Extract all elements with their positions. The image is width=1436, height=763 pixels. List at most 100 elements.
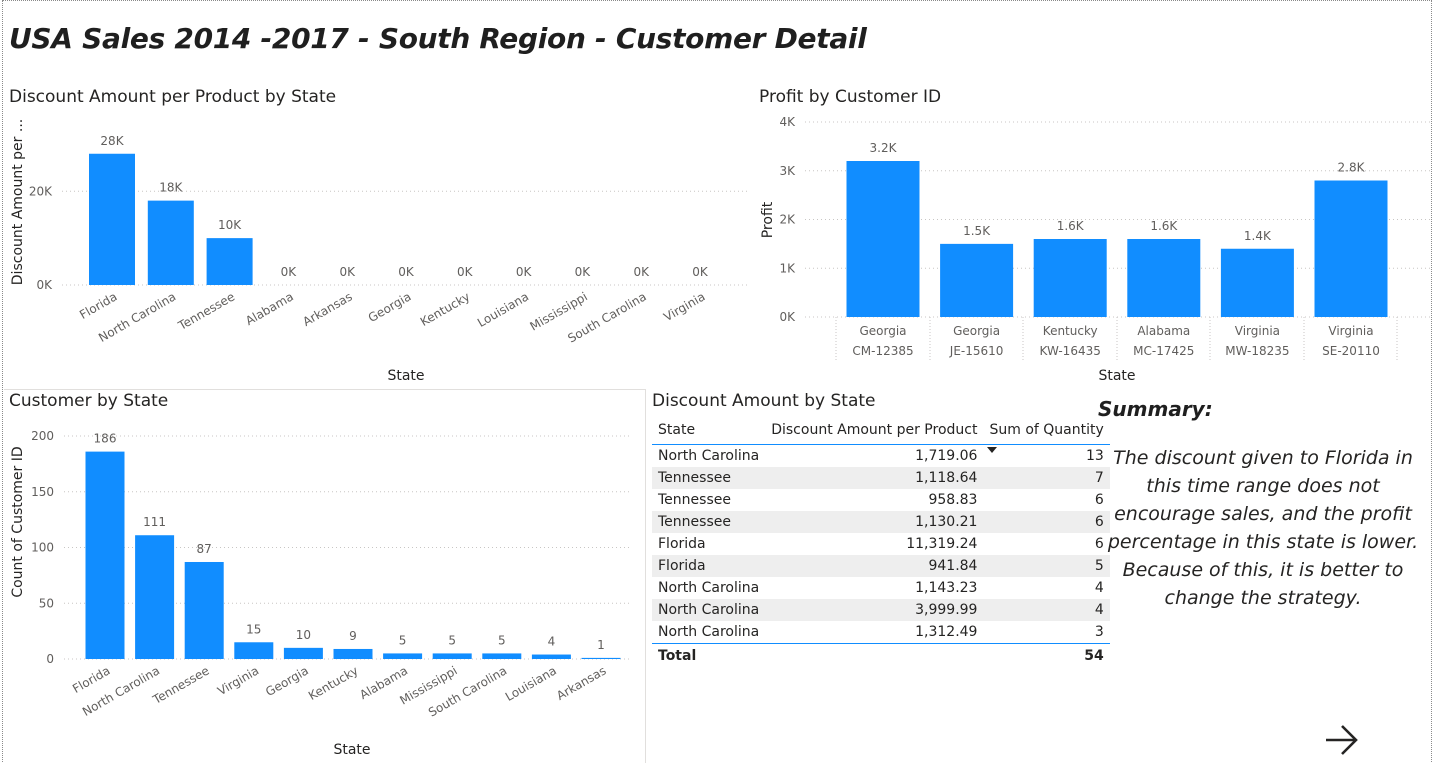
cell-discount: 1,719.06 xyxy=(915,448,978,464)
x-tick-label: Virginia xyxy=(1235,324,1280,338)
cell-discount: 1,312.49 xyxy=(915,624,978,640)
x-tick-label: Tennessee xyxy=(175,289,237,333)
column-header-discount[interactable]: Discount Amount per Product xyxy=(765,416,984,445)
data-label: 186 xyxy=(94,432,117,446)
cell-quantity: 13 xyxy=(1085,448,1104,464)
x-tick-label: Florida xyxy=(77,289,119,322)
cell-state: Tennessee xyxy=(658,492,731,508)
discount-bar-chart[interactable]: 0K 20KDiscount Amount per ... State 28K Flor… xyxy=(0,110,760,390)
data-label: 5 xyxy=(448,633,456,647)
bar xyxy=(432,653,472,659)
cell-discount: 941.84 xyxy=(765,555,984,577)
bar xyxy=(531,654,571,659)
x-tick-label: Georgia xyxy=(859,324,906,338)
table-row[interactable]: North Carolina 1,143.23 4 xyxy=(652,577,1110,599)
cell-quantity: 6 xyxy=(1094,492,1104,508)
table-row[interactable]: Tennessee 1,130.21 6 xyxy=(652,511,1110,533)
x-tick-label: Georgia xyxy=(953,324,1000,338)
data-label: 0K xyxy=(457,265,474,279)
bar xyxy=(846,161,920,317)
bar xyxy=(1314,180,1388,317)
data-label: 0K xyxy=(339,265,356,279)
cell-discount: 1,118.64 xyxy=(765,467,984,489)
y-tick-label: 0K xyxy=(779,310,796,324)
x-tick-label: Virginia xyxy=(215,663,261,698)
cell-discount: 3,999.99 xyxy=(765,599,984,621)
table-row[interactable]: North Carolina 3,999.99 4 xyxy=(652,599,1110,621)
profit-chart-title: Profit by Customer ID xyxy=(759,87,942,107)
data-label: 15 xyxy=(246,622,261,636)
cell-quantity: 4 xyxy=(983,599,1110,621)
column-header-quantity[interactable]: Sum of Quantity xyxy=(983,416,1110,453)
table-row[interactable]: Florida 11,319.24 6 xyxy=(652,533,1110,555)
x-tick-label: Arkansas xyxy=(554,663,608,702)
y-tick-label: 20K xyxy=(29,184,53,198)
data-label: 1.6K xyxy=(1057,219,1085,233)
bar xyxy=(1127,239,1201,317)
bar xyxy=(283,647,323,659)
data-label: 87 xyxy=(197,542,212,556)
x-tick-label: Tennessee xyxy=(150,663,212,707)
x-tick-label: KW-16435 xyxy=(1040,344,1101,358)
data-label: 28K xyxy=(100,134,124,148)
data-label: 2.8K xyxy=(1338,161,1366,175)
x-tick-label: Georgia xyxy=(263,663,311,699)
y-tick-label: 0 xyxy=(46,652,54,666)
bar xyxy=(482,653,522,659)
table-row[interactable]: Tennessee 958.83 6 xyxy=(652,489,1110,511)
arrow-right-icon[interactable] xyxy=(1322,722,1362,758)
x-tick-label: Louisiana xyxy=(475,289,531,329)
x-tick-label: Louisiana xyxy=(503,663,559,703)
x-tick-label: MW-18235 xyxy=(1225,344,1289,358)
data-label: 5 xyxy=(498,633,506,647)
data-label: 1 xyxy=(597,638,605,652)
bar xyxy=(135,535,175,659)
bar xyxy=(89,153,135,285)
data-label: 0K xyxy=(281,265,298,279)
discount-chart-title: Discount Amount per Product by State xyxy=(9,87,337,107)
data-label: 5 xyxy=(399,633,407,647)
bar xyxy=(940,243,1014,317)
divider xyxy=(645,389,646,763)
bar xyxy=(234,642,274,659)
cell-discount: 11,319.24 xyxy=(906,536,978,552)
column-header-state[interactable]: State xyxy=(652,416,766,445)
x-axis-title: State xyxy=(387,368,424,384)
x-tick-label: Alabama xyxy=(243,289,296,328)
x-tick-label: Arkansas xyxy=(300,289,354,328)
data-label: 0K xyxy=(633,265,650,279)
cell-state: North Carolina xyxy=(658,580,760,596)
cell-quantity: 4 xyxy=(1094,580,1104,596)
x-tick-label: CM-12385 xyxy=(852,344,913,358)
cell-state: North Carolina xyxy=(652,599,766,621)
x-tick-label: Virginia xyxy=(1328,324,1373,338)
bar xyxy=(383,653,423,659)
bar xyxy=(1220,248,1294,317)
sort-descending-icon xyxy=(987,447,998,453)
cell-state: Tennessee xyxy=(652,511,766,533)
cell-discount: 1,143.23 xyxy=(915,580,978,596)
cell-quantity: 5 xyxy=(983,555,1110,577)
cell-discount: 1,130.21 xyxy=(765,511,984,533)
data-label: 18K xyxy=(159,181,183,195)
discount-table: State Discount Amount per Product Sum of… xyxy=(652,416,1110,667)
data-label: 111 xyxy=(143,515,166,529)
table-row[interactable]: Florida 941.84 5 xyxy=(652,555,1110,577)
table-total-row: Total 54 xyxy=(652,643,1110,667)
data-label: 0K xyxy=(398,265,415,279)
table-row[interactable]: North Carolina 1,312.49 3 xyxy=(652,621,1110,644)
table-row[interactable]: Tennessee 1,118.64 7 xyxy=(652,467,1110,489)
y-tick-label: 1K xyxy=(779,261,796,275)
profit-bar-chart[interactable]: 0K 1K 2K 3K 4K Profit State 3.2K Georgia CM-12385… xyxy=(750,110,1436,390)
bar xyxy=(1033,239,1107,317)
x-tick-label: JE-15610 xyxy=(949,344,1004,358)
y-axis-title: Discount Amount per ... xyxy=(10,119,26,285)
y-tick-label: 0K xyxy=(36,278,53,292)
data-label: 3.2K xyxy=(870,141,898,155)
customer-bar-chart[interactable]: 0 50 100 150 200 Count of Customer ID State 186… xyxy=(0,414,645,763)
cell-quantity: 3 xyxy=(1094,624,1104,640)
y-tick-label: 3K xyxy=(779,164,796,178)
x-tick-label: Kentucky xyxy=(1043,324,1098,338)
y-axis-title: Profit xyxy=(760,201,776,238)
table-row[interactable]: North Carolina 1,719.06 13 xyxy=(652,445,1110,468)
